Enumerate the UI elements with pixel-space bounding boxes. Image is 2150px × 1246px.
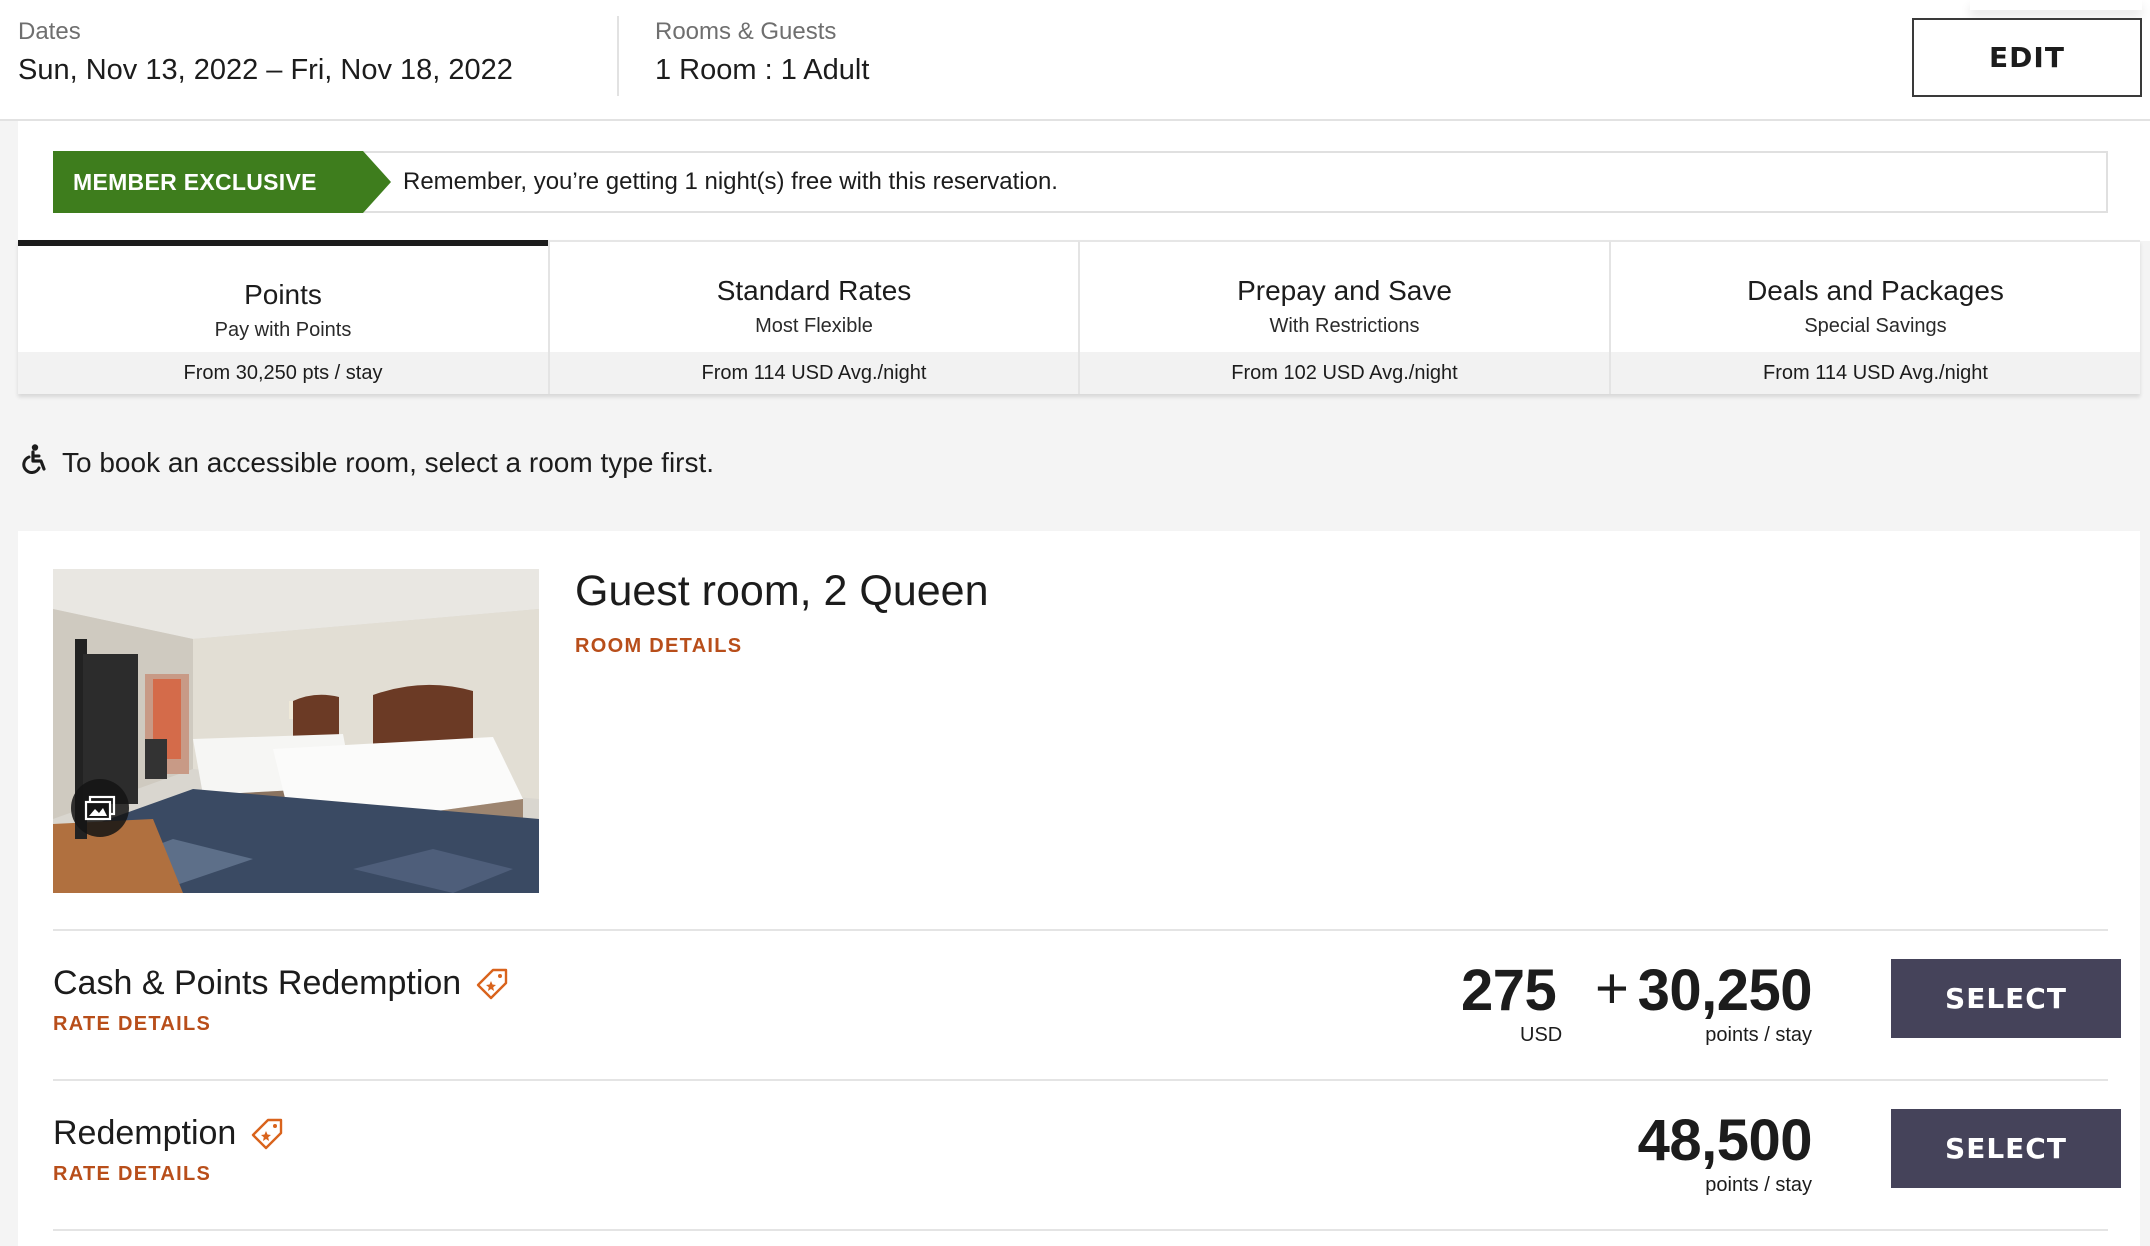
- wheelchair-icon: [20, 444, 62, 481]
- points-amount: 48,500: [1637, 1108, 1813, 1173]
- edit-shadow: [1970, 0, 2142, 10]
- rate-row-cash-and-points: Cash & Points Redemption RATE DETAILS 27…: [53, 929, 2121, 1081]
- rate-details-link[interactable]: RATE DETAILS: [53, 1013, 211, 1036]
- member-banner-box: MEMBER EXCLUSIVE Remember, you’re gettin…: [53, 151, 2108, 213]
- tab-title: Deals and Packages: [1747, 275, 2004, 306]
- select-button[interactable]: SELECT: [1891, 1109, 2121, 1188]
- free-night-message: Remember, you’re getting 1 night(s) free…: [403, 168, 1058, 195]
- dates-value[interactable]: Sun, Nov 13, 2022 – Fri, Nov 18, 2022: [18, 54, 513, 87]
- rate-name: Redemption: [53, 1107, 284, 1160]
- rate-row-redemption: Redemption RATE DETAILS 48,500 points / …: [53, 1079, 2121, 1231]
- member-exclusive-badge: MEMBER EXCLUSIVE: [53, 151, 391, 213]
- tab-subtitle: With Restrictions: [1269, 315, 1420, 337]
- room-card: Guest room, 2 Queen ROOM DETAILS Cash & …: [18, 531, 2140, 1246]
- rate-name-label: Cash & Points Redemption: [53, 964, 462, 1002]
- rooms-guests-value[interactable]: 1 Room : 1 Adult: [655, 54, 869, 87]
- tab-title: Points: [244, 279, 322, 310]
- tab-standard-rates[interactable]: Standard Rates Most Flexible From 114 US…: [548, 240, 1078, 394]
- tab-deals-and-packages[interactable]: Deals and Packages Special Savings From …: [1609, 240, 2140, 394]
- gallery-icon[interactable]: [71, 779, 129, 837]
- dates-label: Dates: [18, 18, 81, 45]
- rate-name: Cash & Points Redemption: [53, 957, 509, 1010]
- cash-unit: USD: [1520, 1024, 1563, 1046]
- room-title: Guest room, 2 Queen: [575, 567, 989, 615]
- tab-price: From 114 USD Avg./night: [1611, 352, 2140, 394]
- tab-prepay-and-save[interactable]: Prepay and Save With Restrictions From 1…: [1078, 240, 1609, 394]
- tab-subtitle: Pay with Points: [214, 319, 352, 341]
- rate-name-label: Redemption: [53, 1114, 237, 1152]
- room-details-link[interactable]: ROOM DETAILS: [575, 635, 742, 658]
- field-divider: [617, 16, 619, 96]
- rate-details-link[interactable]: RATE DETAILS: [53, 1163, 211, 1186]
- rate-tabs: Points Pay with Points From 30,250 pts /…: [18, 240, 2140, 394]
- cash-amount: 275: [1461, 958, 1557, 1023]
- select-button[interactable]: SELECT: [1891, 959, 2121, 1038]
- accessible-room-note: To book an accessible room, select a roo…: [20, 444, 714, 481]
- rooms-guests-label: Rooms & Guests: [655, 18, 837, 45]
- tab-subtitle: Special Savings: [1804, 315, 1947, 337]
- tab-points[interactable]: Points Pay with Points From 30,250 pts /…: [18, 240, 548, 394]
- accessible-room-text: To book an accessible room, select a roo…: [62, 446, 715, 478]
- room-photo[interactable]: [53, 569, 539, 893]
- points-amount: 30,250: [1637, 958, 1813, 1023]
- points-unit: points / stay: [1705, 1024, 1812, 1046]
- tab-price: From 114 USD Avg./night: [550, 352, 1078, 394]
- edit-button[interactable]: EDIT: [1912, 18, 2142, 97]
- member-banner: MEMBER EXCLUSIVE Remember, you’re gettin…: [18, 121, 2150, 241]
- tab-title: Standard Rates: [716, 275, 912, 306]
- search-summary-bar: Dates Sun, Nov 13, 2022 – Fri, Nov 18, 2…: [0, 0, 2150, 121]
- tab-title: Prepay and Save: [1237, 275, 1452, 306]
- tab-price: From 30,250 pts / stay: [18, 352, 548, 394]
- tab-price: From 102 USD Avg./night: [1080, 352, 1609, 394]
- tab-subtitle: Most Flexible: [755, 315, 873, 337]
- plus-sign: +: [1595, 956, 1629, 1021]
- points-unit: points / stay: [1705, 1174, 1812, 1196]
- price-tag-icon: [250, 1117, 284, 1160]
- price-tag-icon: [475, 967, 509, 1010]
